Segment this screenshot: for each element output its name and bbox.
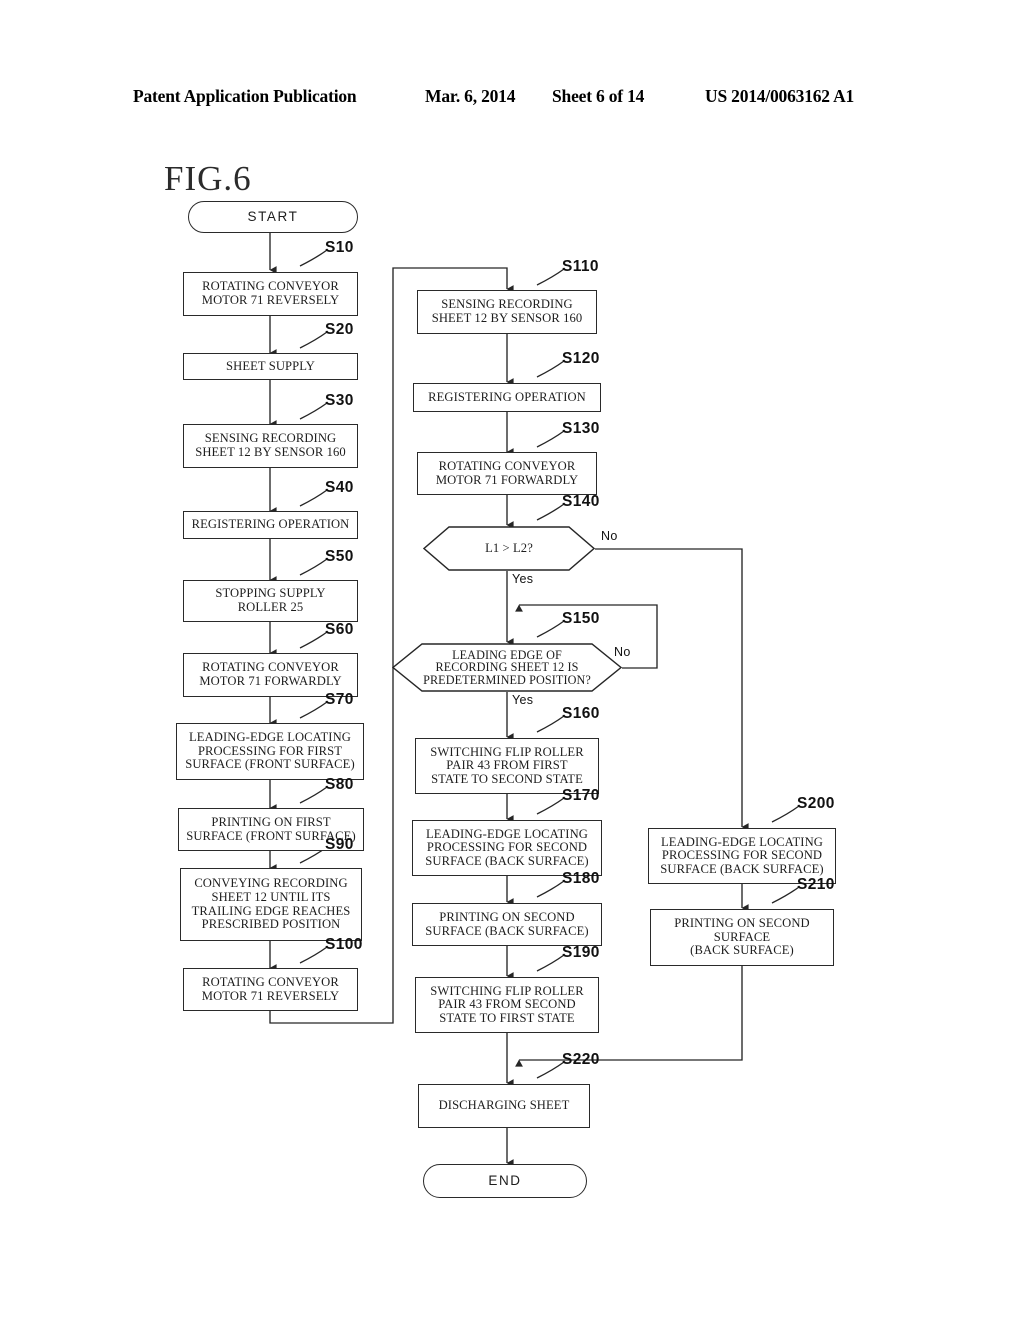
step-label-s220: S220 [562, 1051, 600, 1068]
node-s200-label: LEADING-EDGE LOCATING PROCESSING FOR SECO… [660, 834, 824, 876]
node-end: END [423, 1164, 587, 1198]
step-label-s140: S140 [562, 493, 600, 510]
node-s160: SWITCHING FLIP ROLLER PAIR 43 FROM FIRST S… [415, 738, 599, 794]
node-s210-label: PRINTING ON SECOND SURFACE (BACK SURFACE) [674, 916, 810, 958]
node-s40-label: REGISTERING OPERATION [191, 517, 350, 532]
step-label-s200: S200 [797, 795, 835, 812]
node-s170-label: LEADING-EDGE LOCATING PROCESSING FOR SECO… [425, 826, 589, 868]
node-s30: SENSING RECORDING SHEET 12 BY SENSOR 160 [183, 424, 358, 468]
node-s130: ROTATING CONVEYOR MOTOR 71 FORWARDLY [417, 452, 597, 495]
step-label-s10: S10 [325, 239, 354, 256]
step-label-s70: S70 [325, 691, 354, 708]
step-label-s100: S100 [325, 936, 363, 953]
branch-label-s150-yes: Yes [512, 693, 534, 707]
step-label-s90: S90 [325, 836, 354, 853]
node-s220: DISCHARGING SHEET [418, 1084, 590, 1128]
node-s210: PRINTING ON SECOND SURFACE (BACK SURFACE) [650, 909, 834, 966]
step-label-s210: S210 [797, 876, 835, 893]
node-s190-label: SWITCHING FLIP ROLLER PAIR 43 FROM SECOND… [430, 983, 584, 1025]
node-s120: REGISTERING OPERATION [413, 383, 601, 412]
branch-label-s140-no: No [601, 529, 618, 543]
node-start-label: START [247, 209, 299, 225]
step-label-s110: S110 [562, 258, 599, 275]
node-s20: SHEET SUPPLY [183, 353, 358, 380]
step-label-s190: S190 [562, 944, 600, 961]
step-label-s80: S80 [325, 776, 354, 793]
node-end-label: END [488, 1173, 522, 1189]
node-s160-label: SWITCHING FLIP ROLLER PAIR 43 FROM FIRST S… [430, 744, 584, 786]
node-s60-label: ROTATING CONVEYOR MOTOR 71 FORWARDLY [199, 660, 342, 688]
step-label-s170: S170 [562, 787, 600, 804]
node-s120-label: REGISTERING OPERATION [428, 389, 586, 404]
node-s140: L1 > L2? [423, 526, 595, 571]
node-s100-label: ROTATING CONVEYOR MOTOR 71 REVERSELY [201, 974, 340, 1003]
node-s170: LEADING-EDGE LOCATING PROCESSING FOR SECO… [412, 820, 602, 876]
node-s110-label: SENSING RECORDING SHEET 12 BY SENSOR 160 [431, 297, 583, 325]
node-s10-label: ROTATING CONVEYOR MOTOR 71 REVERSELY [201, 279, 340, 307]
node-s40: REGISTERING OPERATION [183, 511, 358, 539]
step-label-s40: S40 [325, 479, 354, 496]
node-s140-label: L1 > L2? [485, 540, 533, 555]
node-s190: SWITCHING FLIP ROLLER PAIR 43 FROM SECOND… [415, 977, 599, 1033]
node-s180: PRINTING ON SECOND SURFACE (BACK SURFACE) [412, 903, 602, 946]
node-s90-label: CONVEYING RECORDING SHEET 12 UNTIL ITS TRA… [191, 876, 351, 932]
branch-label-s140-yes: Yes [512, 572, 534, 586]
node-s20-label: SHEET SUPPLY [226, 358, 315, 373]
node-start: START [188, 201, 358, 233]
step-label-s120: S120 [562, 350, 600, 367]
step-label-s160: S160 [562, 705, 600, 722]
step-label-s60: S60 [325, 621, 354, 638]
step-label-s180: S180 [562, 870, 600, 887]
node-s10: ROTATING CONVEYOR MOTOR 71 REVERSELY [183, 272, 358, 316]
node-s70-label: LEADING-EDGE LOCATING PROCESSING FOR FIRS… [185, 730, 355, 772]
step-label-s130: S130 [562, 420, 600, 437]
node-s150-label: LEADING EDGE OF RECORDING SHEET 12 IS PRED… [423, 647, 591, 687]
node-s90: CONVEYING RECORDING SHEET 12 UNTIL ITS TRA… [180, 868, 362, 941]
node-s100: ROTATING CONVEYOR MOTOR 71 REVERSELY [183, 968, 358, 1011]
node-s50: STOPPING SUPPLY ROLLER 25 [183, 580, 358, 622]
step-label-s20: S20 [325, 321, 354, 338]
step-label-s50: S50 [325, 548, 354, 565]
step-label-s150: S150 [562, 610, 600, 627]
step-label-s30: S30 [325, 392, 354, 409]
node-s220-label: DISCHARGING SHEET [438, 1098, 570, 1113]
node-s110: SENSING RECORDING SHEET 12 BY SENSOR 160 [417, 290, 597, 334]
node-s30-label: SENSING RECORDING SHEET 12 BY SENSOR 160 [195, 431, 346, 459]
node-s70: LEADING-EDGE LOCATING PROCESSING FOR FIRS… [176, 723, 364, 780]
node-s180-label: PRINTING ON SECOND SURFACE (BACK SURFACE) [425, 909, 589, 938]
node-s130-label: ROTATING CONVEYOR MOTOR 71 FORWARDLY [435, 458, 579, 487]
node-s150: LEADING EDGE OF RECORDING SHEET 12 IS PRED… [392, 643, 622, 692]
node-s50-label: STOPPING SUPPLY ROLLER 25 [215, 586, 326, 614]
